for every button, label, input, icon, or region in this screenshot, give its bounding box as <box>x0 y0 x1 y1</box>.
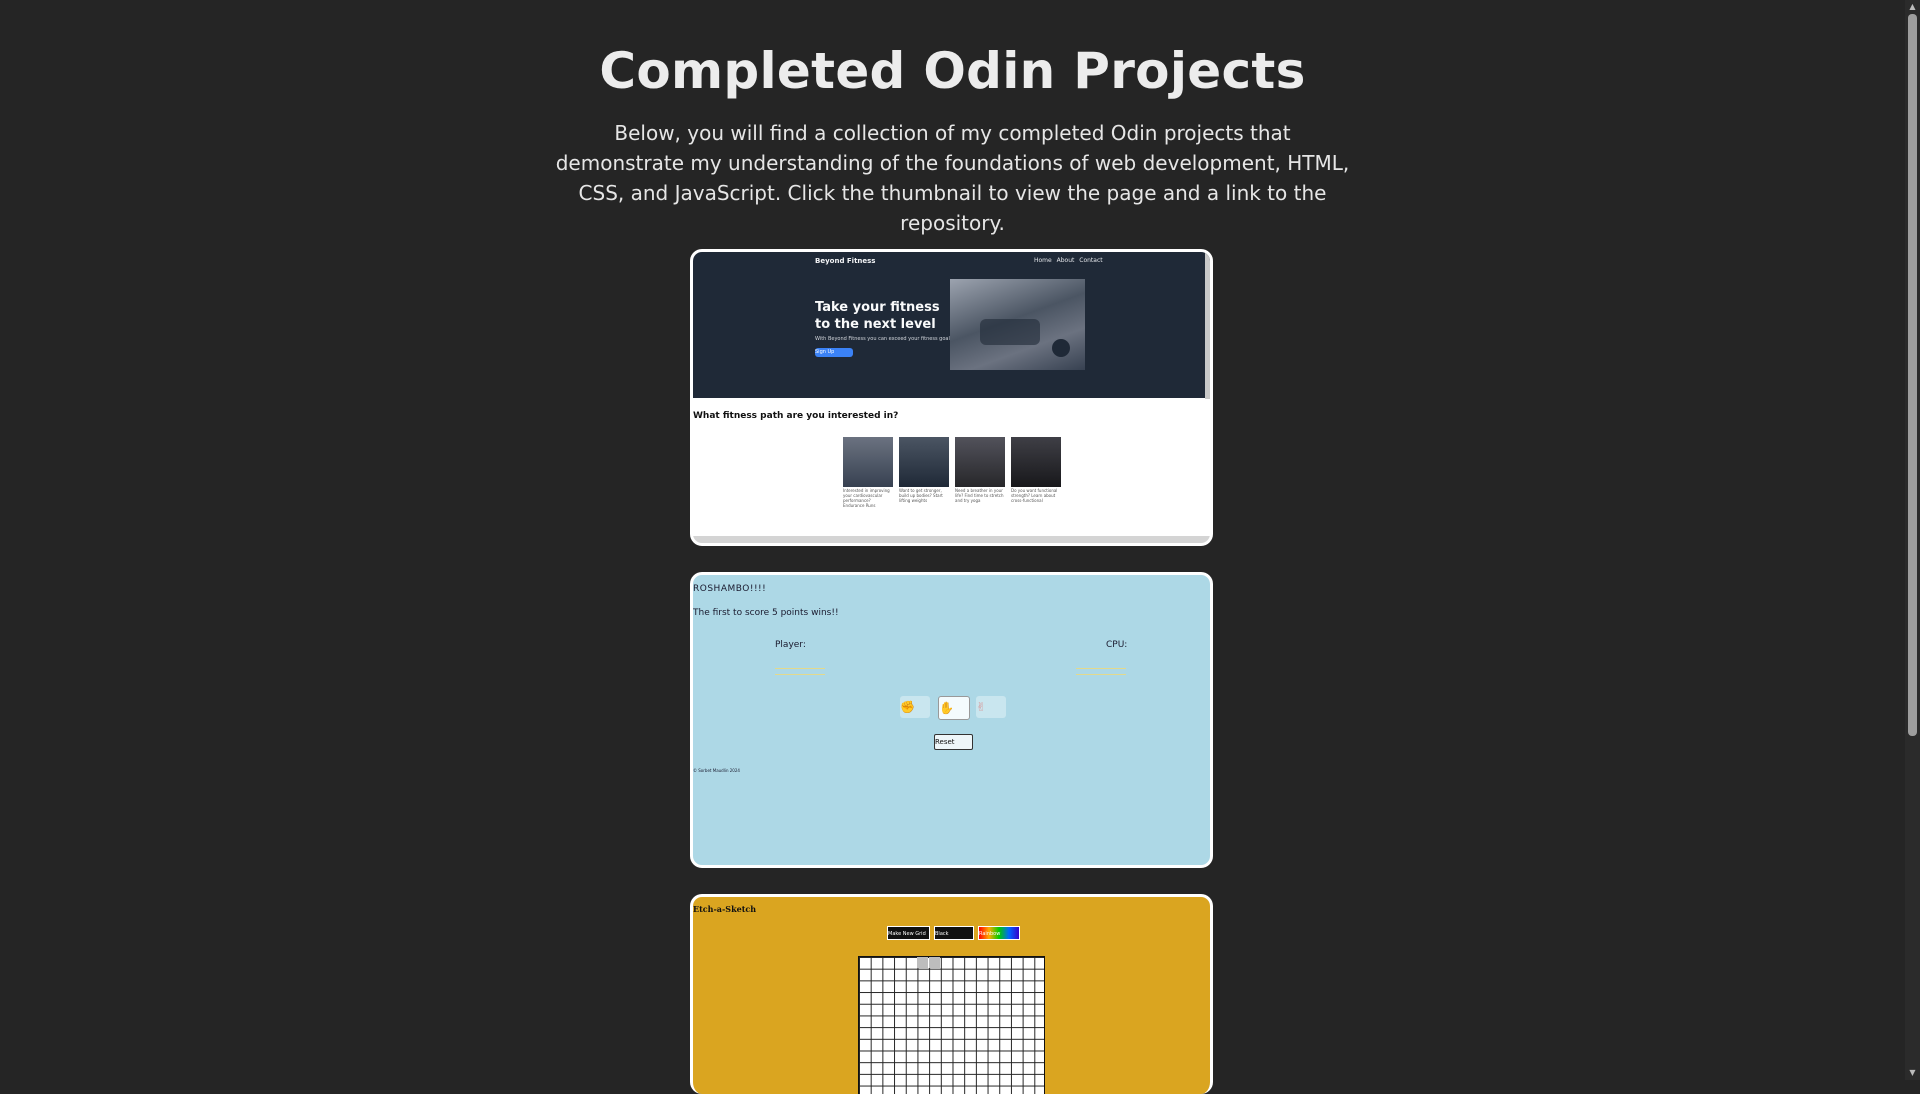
roshambo-subtitle: The first to score 5 points wins!! <box>693 608 839 618</box>
fitness-nav: Home About Contact <box>1034 257 1103 264</box>
scrollbar-thumb[interactable] <box>1908 14 1917 736</box>
fitness-hero-subtitle: With Beyond Fitness you can exceed your … <box>815 336 955 342</box>
project-thumbnail-fitness[interactable]: Beyond Fitness Home About Contact Take y… <box>690 249 1213 546</box>
fitness-path-caption: Need a breather in your life? Find time … <box>955 488 1004 503</box>
fitness-path-caption: Do you want functional strength? Learn a… <box>1011 488 1058 503</box>
roshambo-footer: © Sorbet Maudlin 2024 <box>693 768 740 773</box>
fitness-path-caption: Interested in improving your cardiovascu… <box>843 488 890 508</box>
thumbnail-scrollbar <box>1205 252 1210 399</box>
fitness-path-image <box>1011 437 1061 487</box>
scissors-choice-icon: ✌ <box>976 696 1006 718</box>
rock-choice-icon: ✊ <box>900 696 930 718</box>
etch-black-button: Black <box>934 926 974 940</box>
roshambo-title: ROSHAMBO!!!! <box>693 584 767 594</box>
fitness-hero: Beyond Fitness Home About Contact Take y… <box>693 252 1210 398</box>
etch-grid <box>858 956 1045 1094</box>
etch-rainbow-button: Rainbow <box>978 926 1020 940</box>
roshambo-cpu-label: CPU: <box>1106 640 1128 650</box>
page-intro: Below, you will find a collection of my … <box>555 121 1350 235</box>
etch-new-grid-button: Make New Grid <box>887 926 930 940</box>
roshambo-player-label: Player: <box>775 640 806 650</box>
etch-title: Etch-a-Sketch <box>693 904 757 914</box>
paper-choice-icon: ✋ <box>938 696 970 720</box>
thumbnail-scrollbar <box>693 536 1210 543</box>
fitness-section-title: What fitness path are you interested in? <box>693 411 899 421</box>
fitness-path-caption: Want to get stronger, build up bodies? S… <box>899 488 943 503</box>
fitness-path-image <box>899 437 949 487</box>
fitness-brand: Beyond Fitness <box>815 257 876 265</box>
etch-grid-cell <box>917 957 928 968</box>
page-title: Completed Odin Projects <box>599 42 1306 100</box>
page: Completed Odin Projects Below, you will … <box>0 0 1905 238</box>
project-thumbnail-roshambo[interactable]: ROSHAMBO!!!! The first to score 5 points… <box>690 572 1213 868</box>
fitness-hero-image <box>950 279 1085 370</box>
fitness-path-image <box>955 437 1005 487</box>
cpu-score-line <box>1076 668 1126 670</box>
project-thumbnail-etch-a-sketch[interactable]: Etch-a-Sketch Make New Grid Black Rainbo… <box>690 894 1213 1094</box>
player-score-line <box>775 674 825 676</box>
scroll-down-arrow-icon[interactable]: ▼ <box>1905 1066 1920 1080</box>
etch-grid-cell <box>929 957 940 968</box>
cpu-score-line <box>1076 674 1126 676</box>
roshambo-reset-button: Reset <box>934 734 973 750</box>
scroll-up-arrow-icon[interactable]: ▲ <box>1905 0 1920 14</box>
fitness-signup-button: Sign Up <box>815 348 853 357</box>
fitness-path-image <box>843 437 893 487</box>
fitness-hero-title: Take your fitness to the next level <box>815 300 940 332</box>
player-score-line <box>775 668 825 670</box>
page-scrollbar[interactable]: ▲ ▼ <box>1905 0 1920 1080</box>
